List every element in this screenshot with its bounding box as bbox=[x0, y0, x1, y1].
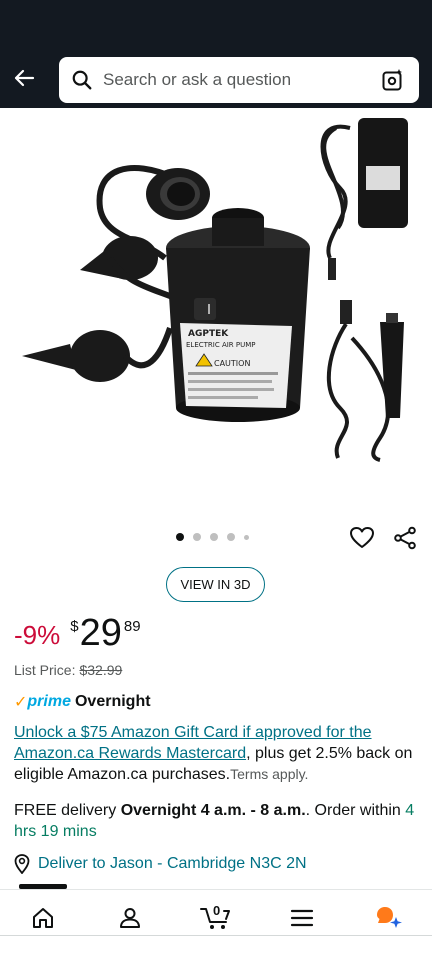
terms-link[interactable]: Terms apply. bbox=[230, 766, 308, 782]
nav-menu-button[interactable] bbox=[272, 896, 332, 940]
prime-badge: ✓ prime Overnight bbox=[14, 692, 151, 712]
list-price: List Price: $32.99 bbox=[14, 662, 122, 678]
arrow-left-icon bbox=[14, 69, 35, 87]
share-icon bbox=[394, 526, 416, 550]
delivery-middle: . Order within bbox=[305, 802, 406, 819]
image-carousel-dots[interactable] bbox=[176, 533, 249, 541]
camera-lens-icon bbox=[382, 69, 402, 91]
assistant-icon bbox=[376, 907, 402, 928]
wishlist-button[interactable] bbox=[348, 524, 376, 552]
system-bar-divider bbox=[0, 935, 432, 936]
price-whole: 29 bbox=[79, 612, 122, 654]
search-input[interactable]: Search or ask a question bbox=[59, 57, 419, 103]
cart-count-badge: 0 bbox=[212, 903, 221, 918]
price: $ 29 89 bbox=[70, 612, 140, 654]
carousel-dot[interactable] bbox=[210, 533, 218, 541]
deliver-to-location[interactable]: Deliver to Jason - Cambridge N3C 2N bbox=[14, 854, 307, 874]
carousel-dot[interactable] bbox=[193, 533, 201, 541]
delivery-window: Overnight 4 a.m. - 8 a.m. bbox=[120, 802, 306, 819]
price-currency: $ bbox=[70, 618, 79, 635]
credit-card-promo: Unlock a $75 Amazon Gift Card if approve… bbox=[14, 722, 418, 785]
air-pump-illustration: AGPTEK ELECTRIC AIR PUMP CAUTION bbox=[22, 118, 408, 462]
back-button[interactable] bbox=[8, 62, 40, 94]
prime-delivery-speed: Overnight bbox=[74, 693, 151, 710]
pump-caution-label: CAUTION bbox=[214, 359, 250, 368]
carousel-dot[interactable] bbox=[176, 533, 184, 541]
bottom-navigation: 0 bbox=[0, 889, 432, 960]
product-image[interactable]: AGPTEK ELECTRIC AIR PUMP CAUTION bbox=[0, 108, 432, 520]
top-bar: Search or ask a question bbox=[0, 0, 432, 108]
discount-percent: -9% bbox=[14, 620, 61, 650]
prime-logo: prime bbox=[27, 693, 71, 710]
prime-check-icon: ✓ bbox=[14, 694, 28, 711]
hamburger-icon bbox=[291, 909, 314, 927]
carousel-dot[interactable] bbox=[227, 533, 235, 541]
pump-product-label: ELECTRIC AIR PUMP bbox=[186, 341, 256, 349]
share-button[interactable] bbox=[391, 524, 419, 552]
deliver-to-text: Deliver to Jason - Cambridge N3C 2N bbox=[38, 855, 307, 872]
home-icon bbox=[33, 908, 54, 928]
price-fraction: 89 bbox=[123, 618, 141, 635]
delivery-message: FREE delivery Overnight 4 a.m. - 8 a.m..… bbox=[14, 800, 418, 842]
location-pin-icon bbox=[14, 854, 30, 874]
delivery-prefix: FREE delivery bbox=[14, 802, 121, 819]
camera-lens-button[interactable] bbox=[379, 66, 407, 94]
list-price-value: $32.99 bbox=[79, 662, 123, 678]
nav-home-button[interactable] bbox=[13, 896, 73, 940]
nav-cart-button[interactable]: 0 bbox=[186, 896, 246, 940]
nav-assistant-button[interactable] bbox=[359, 896, 419, 940]
heart-icon bbox=[350, 527, 374, 548]
nav-account-button[interactable] bbox=[100, 896, 160, 940]
search-placeholder: Search or ask a question bbox=[103, 70, 292, 89]
carousel-dot[interactable] bbox=[244, 534, 249, 540]
view-in-3d-button[interactable]: VIEW IN 3D bbox=[166, 567, 265, 602]
person-icon bbox=[119, 908, 140, 928]
search-icon bbox=[72, 70, 92, 90]
pump-brand-label: AGPTEK bbox=[188, 329, 229, 339]
list-price-label: List Price: bbox=[14, 662, 76, 678]
price-row: -9% $ 29 89 bbox=[14, 612, 141, 654]
